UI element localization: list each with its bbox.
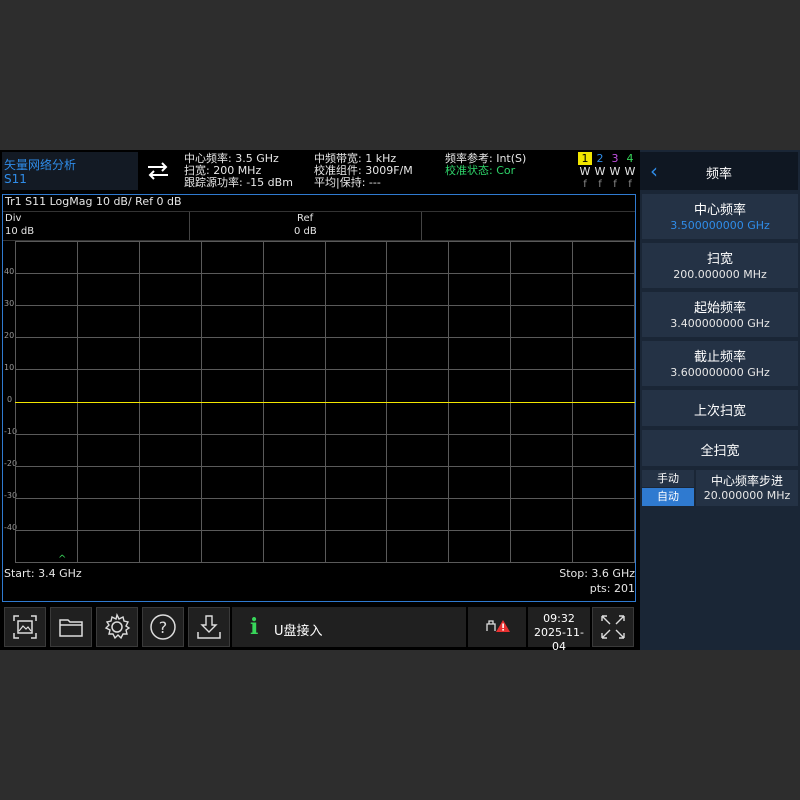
span-key[interactable]: 扫宽 200.000000 MHz (642, 243, 798, 288)
trace-4-num: 4 (626, 152, 634, 165)
panel-header: ‹ 频率 (640, 152, 798, 190)
status-header: 矢量网络分析 S11 中心频率: 3.5 GHz 扫宽: 200 MHz 跟踪源… (0, 150, 638, 192)
trace-4-indicator[interactable]: 4 W f (623, 152, 637, 191)
header-divider (421, 212, 422, 240)
softkey-label: 中心频率步进 (710, 474, 783, 488)
message-text: U盘接入 (274, 624, 323, 639)
stop-frequency-label: Stop: 3.6 GHz (559, 567, 635, 580)
softkey-label: 起始频率 (693, 301, 746, 316)
trace-3-w: W (609, 165, 621, 178)
settings-button[interactable] (96, 607, 138, 647)
screenshot-icon (13, 615, 37, 639)
y-tick-label: 0 (7, 395, 13, 404)
download-icon (197, 615, 221, 639)
plot-area[interactable]: ^ (15, 241, 635, 563)
panel-title: 频率 (705, 167, 732, 182)
trace-1-w: W (579, 165, 591, 178)
softkey-label: 全扫宽 (700, 444, 740, 459)
message-bar: i U盘接入 (232, 607, 466, 647)
y-tick-label: 20 (4, 331, 15, 340)
header-divider (189, 212, 190, 240)
trace-1-indicator[interactable]: 1 W f (578, 152, 592, 191)
warning-icon (486, 620, 510, 632)
trace-indicators: 1 W f 2 W f 3 W f 4 W f (578, 152, 638, 192)
clock: 09:32 2025-11-04 (528, 607, 590, 653)
trace-1-f: f (583, 179, 587, 190)
info-column-3: 频率参考: Int(S) 校准状态: Cor (445, 153, 526, 177)
folder-icon (59, 619, 83, 637)
softkey-label: 上次扫宽 (693, 404, 746, 419)
measurement-label: S11 (4, 172, 27, 186)
softkey-label: 中心频率 (693, 203, 746, 218)
trace-2-indicator[interactable]: 2 W f (593, 152, 607, 191)
trace-2-w: W (594, 165, 606, 178)
analyzer-screen: 矢量网络分析 S11 中心频率: 3.5 GHz 扫宽: 200 MHz 跟踪源… (0, 150, 800, 653)
plot-grid: ^ (15, 241, 635, 563)
info-column-2: 中频带宽: 1 kHz 校准组件: 3009F/M 平均|保持: --- (314, 153, 413, 189)
step-mode-toggle[interactable]: 手动 自动 (642, 470, 694, 506)
y-tick-label: 30 (4, 299, 15, 308)
ref-label: Ref (297, 213, 314, 224)
div-label: Div (5, 213, 22, 224)
file-button[interactable] (50, 607, 92, 647)
manual-option[interactable]: 手动 (642, 470, 694, 487)
points-label: pts: 201 (589, 582, 635, 595)
cal-status-info: 校准状态: Cor (445, 164, 516, 177)
time-text: 09:32 (543, 612, 575, 625)
help-icon: ? (150, 614, 176, 640)
auto-option[interactable]: 自动 (642, 488, 694, 506)
trace-3-indicator[interactable]: 3 W f (608, 152, 622, 191)
trace-2-num: 2 (596, 152, 604, 165)
status-indicator[interactable] (468, 607, 526, 647)
start-frequency-label: Start: 3.4 GHz (4, 567, 82, 580)
softkey-value: 20.000000 MHz (703, 489, 791, 502)
scale-header: Div 10 dB Ref 0 dB (3, 211, 635, 241)
center-step-key[interactable]: 中心频率步进 20.000000 MHz (696, 470, 798, 506)
softkey-value: 200.000000 MHz (673, 268, 767, 281)
mode-title[interactable]: 矢量网络分析 S11 (2, 152, 138, 190)
date-text: 2025-11-04 (534, 626, 584, 653)
start-frequency-key[interactable]: 起始频率 3.400000000 GHz (642, 292, 798, 337)
center-frequency-key[interactable]: 中心频率 3.500000000 GHz (642, 194, 798, 239)
full-span-key[interactable]: 全扫宽 (642, 430, 798, 466)
ref-value: 0 dB (294, 226, 317, 237)
expand-icon (601, 615, 625, 639)
marker-indicator: ^ (58, 554, 66, 563)
fullscreen-button[interactable] (592, 607, 634, 647)
softkey-value: 3.600000000 GHz (670, 366, 770, 379)
softkey-value: 3.500000000 GHz (670, 219, 770, 232)
softkey-value: 3.400000000 GHz (670, 317, 770, 330)
info-icon: i (250, 614, 259, 640)
svg-text:?: ? (159, 618, 168, 637)
softkey-label: 扫宽 (706, 252, 733, 267)
help-button[interactable]: ? (142, 607, 184, 647)
source-power-info: 跟踪源功率: -15 dBm (184, 176, 293, 189)
gear-icon (104, 612, 131, 640)
info-column-1: 中心频率: 3.5 GHz 扫宽: 200 MHz 跟踪源功率: -15 dBm (184, 153, 293, 189)
softkey-label: 截止频率 (693, 350, 746, 365)
avg-hold-info: 平均|保持: --- (314, 176, 381, 189)
trace-2-f: f (598, 179, 602, 190)
trace-4-f: f (628, 179, 632, 190)
stop-frequency-key[interactable]: 截止频率 3.600000000 GHz (642, 341, 798, 386)
div-value: 10 dB (5, 226, 35, 237)
app-title: 矢量网络分析 (4, 158, 77, 172)
y-tick-label: 10 (4, 363, 15, 372)
trace-4-w: W (624, 165, 636, 178)
swap-icon[interactable] (140, 158, 176, 184)
graph-window[interactable]: Tr1 S11 LogMag 10 dB/ Ref 0 dB Div 10 dB… (2, 194, 636, 602)
y-tick-label: 40 (4, 267, 15, 276)
trace-1-num: 1 (578, 152, 592, 165)
trace-3-num: 3 (611, 152, 619, 165)
save-button[interactable] (188, 607, 230, 647)
trace-title: Tr1 S11 LogMag 10 dB/ Ref 0 dB (5, 195, 182, 208)
softkey-panel: ‹ 频率 中心频率 3.500000000 GHz 扫宽 200.000000 … (640, 150, 800, 650)
screenshot-button[interactable] (4, 607, 46, 647)
bottom-toolbar: ? i U盘接入 09:32 2025-11-04 (0, 604, 638, 653)
last-span-key[interactable]: 上次扫宽 (642, 390, 798, 426)
trace-3-f: f (613, 179, 617, 190)
